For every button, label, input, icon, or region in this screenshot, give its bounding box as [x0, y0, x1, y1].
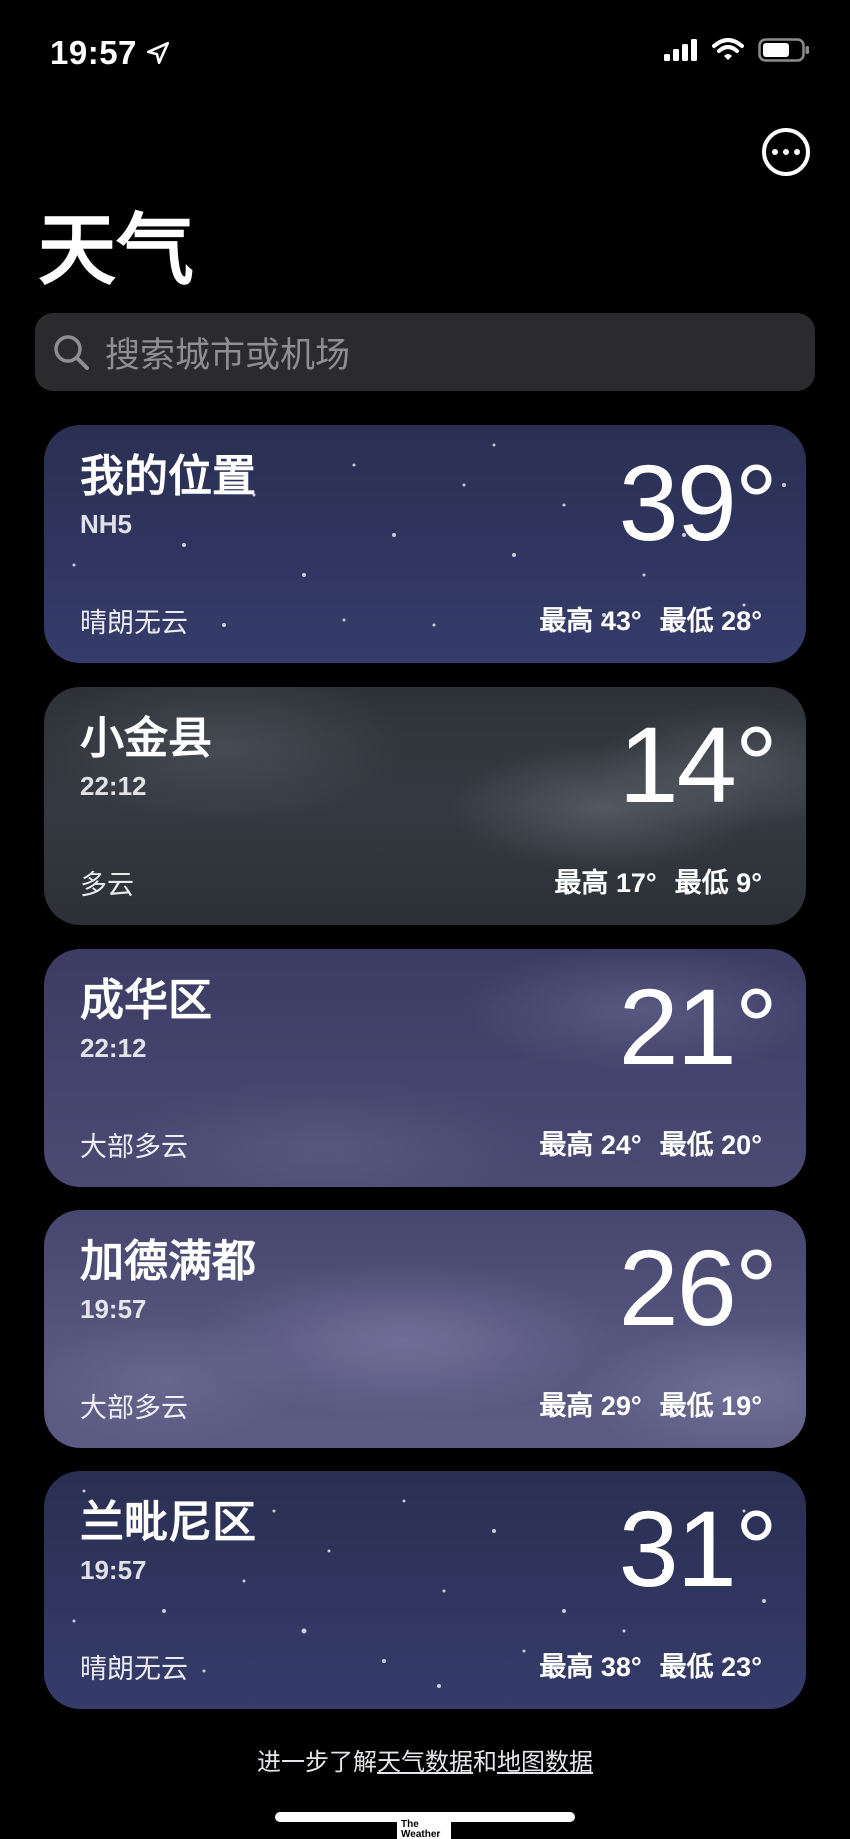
footer-prefix: 进一步了解	[257, 1749, 377, 1776]
city-name: 加德满都	[80, 1237, 256, 1286]
weather-data-link[interactable]: 天气数据	[377, 1749, 473, 1776]
city-name: 我的位置	[80, 452, 256, 501]
location-card[interactable]: 小金县 22:12 14° 多云 最高 17° 最低 9°	[44, 687, 806, 925]
battery-icon	[758, 38, 810, 62]
high-temperature: 最高 29°	[539, 1391, 642, 1421]
location-card[interactable]: 加德满都 19:57 26° 大部多云 最高 29° 最低 19°	[44, 1210, 806, 1448]
weather-condition: 大部多云	[80, 1132, 188, 1162]
status-time: 19:57	[50, 34, 137, 71]
search-icon	[51, 332, 91, 372]
location-arrow-icon	[145, 40, 171, 66]
low-temperature: 最低 23°	[659, 1652, 762, 1682]
city-subtitle: 19:57	[80, 1294, 147, 1324]
search-input[interactable]: 搜索城市或机场	[35, 313, 815, 391]
more-options-button[interactable]	[762, 128, 810, 176]
high-low: 最高 17° 最低 9°	[554, 861, 762, 900]
location-card[interactable]: 我的位置 NH5 39° 晴朗无云 最高 43° 最低 28°	[44, 425, 806, 663]
low-temperature: 最低 9°	[674, 868, 762, 898]
weather-condition: 多云	[80, 870, 134, 900]
high-temperature: 最高 43°	[539, 606, 642, 636]
current-temperature: 39°	[618, 442, 778, 563]
city-subtitle: 22:12	[80, 1033, 147, 1063]
status-bar: 19:57	[0, 0, 850, 110]
weather-condition: 晴朗无云	[80, 1654, 188, 1684]
city-name: 成华区	[80, 976, 212, 1025]
location-card[interactable]: 成华区 22:12 21° 大部多云 最高 24° 最低 20°	[44, 949, 806, 1187]
page-title: 天气	[38, 206, 195, 294]
footer-middle: 和	[473, 1749, 497, 1776]
high-low: 最高 29° 最低 19°	[539, 1384, 762, 1423]
time-group: 19:57	[50, 34, 171, 72]
high-low: 最高 43° 最低 28°	[539, 599, 762, 638]
current-temperature: 26°	[618, 1227, 778, 1348]
weather-channel-logo[interactable]: The Weather	[397, 1818, 451, 1839]
city-subtitle: 19:57	[80, 1555, 147, 1585]
current-temperature: 31°	[618, 1488, 778, 1609]
high-low: 最高 24° 最低 20°	[539, 1123, 762, 1162]
current-temperature: 14°	[618, 704, 778, 825]
city-subtitle: NH5	[80, 509, 133, 539]
cellular-signal-icon	[664, 39, 698, 61]
data-source-note: 进一步了解天气数据和地图数据	[0, 1742, 850, 1777]
high-temperature: 最高 17°	[554, 868, 657, 898]
map-data-link[interactable]: 地图数据	[497, 1749, 593, 1776]
ellipsis-dot	[794, 149, 800, 155]
high-temperature: 最高 24°	[539, 1130, 642, 1160]
low-temperature: 最低 19°	[659, 1391, 762, 1421]
ellipsis-dot	[783, 149, 789, 155]
weather-condition: 晴朗无云	[80, 608, 188, 638]
city-name: 小金县	[80, 714, 212, 763]
ellipsis-circle-icon	[772, 149, 778, 155]
high-temperature: 最高 38°	[539, 1652, 642, 1682]
low-temperature: 最低 28°	[659, 606, 762, 636]
city-name: 兰毗尼区	[80, 1498, 256, 1547]
status-indicators	[664, 38, 810, 62]
search-placeholder: 搜索城市或机场	[105, 335, 351, 375]
current-temperature: 21°	[618, 966, 778, 1087]
city-subtitle: 22:12	[80, 771, 147, 801]
weather-condition: 大部多云	[80, 1393, 188, 1423]
location-card[interactable]: 兰毗尼区 19:57 31° 晴朗无云 最高 38° 最低 23°	[44, 1471, 806, 1709]
high-low: 最高 38° 最低 23°	[539, 1645, 762, 1684]
low-temperature: 最低 20°	[659, 1130, 762, 1160]
wifi-icon	[712, 38, 744, 62]
